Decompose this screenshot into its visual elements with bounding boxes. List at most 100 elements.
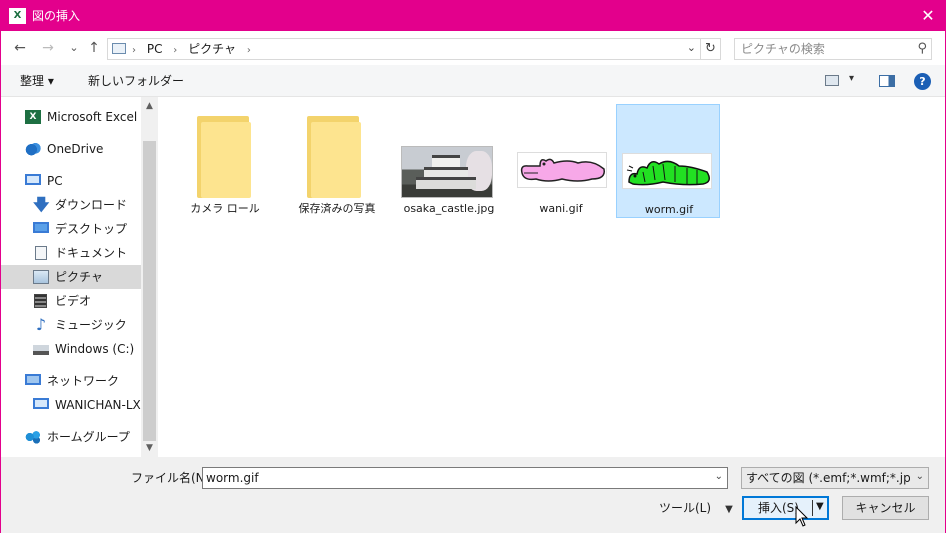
file-tile-camera-roll[interactable]: カメラ ロール [173,104,277,218]
homegroup-icon [25,430,41,444]
sidebar-item-videos[interactable]: ビデオ [1,289,141,313]
tools-dropdown-icon: ▼ [725,504,733,515]
new-folder-button[interactable]: 新しいフォルダー [88,74,184,88]
search-input[interactable] [741,41,911,57]
view-dropdown-icon[interactable]: ▾ [849,73,854,84]
file-name: worm.gif [644,203,694,216]
breadcrumb-separator-icon: › [173,45,178,56]
sidebar-item-music[interactable]: ♪ ミュージック [1,313,141,337]
filename-input[interactable] [206,470,706,486]
sidebar-item-label: ミュージック [55,318,127,332]
sidebar-item-desktop[interactable]: デスクトップ [1,217,141,241]
gif-thumbnail [517,152,607,188]
sidebar-item-label: OneDrive [47,142,104,156]
breadcrumb-pc[interactable]: PC [147,42,163,56]
photo-thumbnail [401,146,493,198]
crocodile-image-icon [520,158,605,182]
navigation-pane: X Microsoft Excel OneDrive PC 🡇 ダウンロード デ… [1,97,158,457]
sidebar-item-label: Windows (C:) [55,342,135,356]
excel-icon: X [25,110,41,124]
sidebar-item-label: WANICHAN-LX5 [55,398,141,412]
file-tile-worm[interactable]: worm.gif [616,104,720,218]
address-bar[interactable]: › PC › ピクチャ › ⌄ [107,38,701,60]
filename-dropdown-icon[interactable]: ⌄ [715,471,723,482]
sidebar-item-pictures[interactable]: ピクチャ [1,265,141,289]
refresh-button[interactable]: ↻ [701,38,721,60]
breadcrumb: › PC › ピクチャ › [132,42,258,58]
sidebar-item-label: ネットワーク [47,374,120,388]
search-box[interactable]: ⚲ [734,38,932,60]
file-tile-wani[interactable]: wani.gif [509,104,613,218]
sidebar-item-homegroup[interactable]: ホームグループ [1,425,141,449]
breadcrumb-pictures[interactable]: ピクチャ [188,42,236,56]
excel-app-icon: X [9,8,26,24]
sidebar-item-documents[interactable]: ドキュメント [1,241,141,265]
file-name: wani.gif [539,202,583,215]
pictures-icon [33,270,49,284]
insert-button[interactable]: 挿入(S) ▼ [742,496,829,520]
help-icon[interactable]: ? [914,73,931,90]
file-list[interactable]: カメラ ロール 保存済みの写真 osaka_castle.jpg wani.gi… [159,97,945,457]
organize-menu[interactable]: 整理 ▾ [20,74,54,88]
sidebar-item-downloads[interactable]: 🡇 ダウンロード [1,193,141,217]
pc-icon [25,174,41,185]
video-icon [34,294,47,308]
view-icon[interactable] [825,75,839,86]
scroll-up-icon[interactable]: ▲ [141,101,158,111]
onedrive-icon [25,142,41,156]
music-icon: ♪ [35,315,47,334]
scroll-down-icon[interactable]: ▼ [141,443,158,453]
file-tile-saved-pictures[interactable]: 保存済みの写真 [285,104,389,218]
file-name: 保存済みの写真 [298,202,376,215]
close-button[interactable]: ✕ [911,1,945,31]
computer-icon [33,398,49,409]
file-name: カメラ ロール [190,202,260,215]
preview-pane-icon[interactable] [879,75,895,87]
filename-combo[interactable]: ⌄ [202,467,728,489]
breadcrumb-separator-icon: › [132,45,136,56]
sidebar-item-label: PC [47,174,63,188]
sidebar-item-label: ドキュメント [55,246,128,260]
gif-thumbnail [622,153,712,189]
insert-dropdown-icon[interactable]: ▼ [816,501,824,512]
file-name: osaka_castle.jpg [403,202,495,215]
window-title: 図の挿入 [32,9,81,23]
sidebar-item-label: ビデオ [55,294,92,308]
sidebar-item-onedrive[interactable]: OneDrive [1,137,141,161]
sidebar-scrollbar[interactable]: ▲ ▼ [141,97,158,457]
file-type-dropdown-icon[interactable]: ⌄ [916,471,924,482]
sidebar-item-label: ダウンロード [55,198,128,212]
sidebar-item-windows-drive[interactable]: Windows (C:) [1,337,141,361]
up-button[interactable]: ↑ [85,39,103,57]
tools-menu[interactable]: ツール(L) ▼ [659,501,733,517]
scrollbar-thumb[interactable] [143,141,156,441]
sidebar-item-pc[interactable]: PC [1,169,141,193]
mouse-cursor-icon [795,506,809,527]
recent-locations-button[interactable]: ⌄ [65,39,83,57]
worm-image-icon [626,160,710,186]
pictures-location-icon [112,43,126,54]
drive-icon [33,345,49,355]
file-type-filter[interactable]: すべての図 (*.emf;*.wmf;*.jpg;*.jpeg ⌄ [741,467,929,489]
network-icon [25,374,41,385]
search-icon[interactable]: ⚲ [917,41,927,56]
forward-button[interactable]: → [39,39,57,57]
sidebar-item-label: Microsoft Excel [47,110,138,124]
sidebar-item-label: デスクトップ [55,222,128,236]
sidebar-item-wanichan-lx5[interactable]: WANICHAN-LX5 [1,393,141,417]
download-icon: 🡇 [33,195,50,214]
sidebar-item-label: ホームグループ [47,430,130,444]
navigation-bar: ← → ⌄ ↑ › PC › ピクチャ › ⌄ ↻ ⚲ [1,31,945,65]
file-tile-osaka-castle[interactable]: osaka_castle.jpg [397,104,501,218]
sidebar-item-excel[interactable]: X Microsoft Excel [1,105,141,129]
document-icon [35,246,47,260]
file-type-filter-label: すべての図 (*.emf;*.wmf;*.jpg;*.jpeg [746,471,910,485]
sidebar-item-network[interactable]: ネットワーク [1,369,141,393]
back-button[interactable]: ← [11,39,29,57]
insert-button-label: 挿入(S) [758,501,799,515]
address-dropdown-icon[interactable]: ⌄ [687,41,696,54]
cancel-button[interactable]: キャンセル [842,496,929,520]
title-bar[interactable]: X 図の挿入 ✕ [1,1,945,31]
sidebar-item-label: ピクチャ [55,270,103,284]
desktop-icon [33,222,49,233]
